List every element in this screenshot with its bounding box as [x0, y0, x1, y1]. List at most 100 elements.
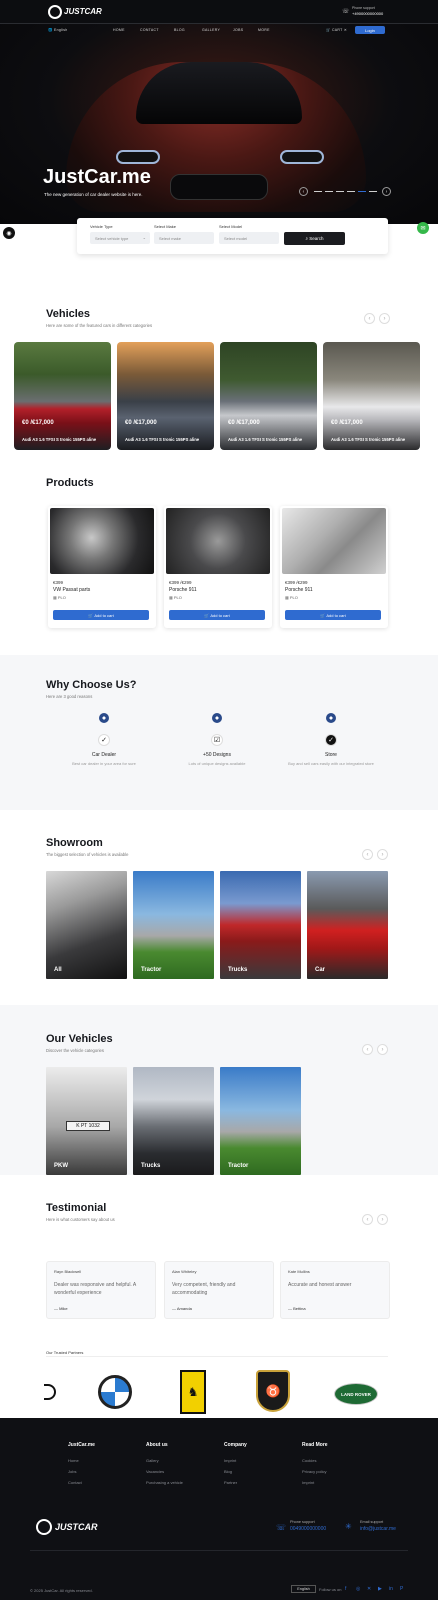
pinterest-icon[interactable]: P [400, 1586, 403, 1592]
phone-support-label: Phone support [352, 6, 375, 10]
add-to-cart-button[interactable]: 🛒 Add to cart [169, 610, 265, 620]
showroom-tile-label: All [54, 967, 62, 973]
why-item-text: Lots of unique designs available [188, 761, 246, 766]
testimonial-prev-button[interactable]: ‹ [362, 1214, 373, 1225]
vehicle-card[interactable]: €0 /€17,000 Audi A3 1.6 TFSI S tronic 15… [14, 342, 111, 450]
product-name: Porsche 911 [285, 587, 313, 593]
make-input[interactable]: Select make [154, 232, 214, 244]
product-card[interactable]: €399 VW Passat parts ▦ PLO 🛒 Add to cart [48, 506, 156, 628]
product-price: €399 [53, 580, 64, 585]
add-to-cart-button[interactable]: 🛒 Add to cart [285, 610, 381, 620]
language-selector[interactable]: 🌐 English [48, 28, 68, 32]
vehicle-category-tile[interactable]: Tractor [220, 1067, 301, 1175]
slider-dot[interactable] [358, 191, 366, 192]
add-to-cart-label: Add to cart [210, 612, 230, 618]
vehicle-card[interactable]: €0 /€17,000 Audi A3 1.6 TFSI S tronic 15… [323, 342, 420, 450]
our-vehicles-next-button[interactable]: › [377, 1044, 388, 1055]
footer-language-selector[interactable]: English [291, 1585, 316, 1593]
product-card[interactable]: €399 /€299 Porsche 911 ▦ PLO 🛒 Add to ca… [280, 506, 388, 628]
accessibility-icon[interactable]: ◉ [3, 227, 15, 239]
model-label: Select Model [219, 224, 243, 229]
brand-logo[interactable]: JUSTCAR [64, 7, 102, 16]
car-headlight-left [116, 150, 160, 164]
cart-link[interactable]: 🛒 CART ✕ [326, 28, 347, 32]
footer-link[interactable]: Vacancies [146, 1469, 164, 1474]
login-button[interactable]: Login [355, 26, 385, 34]
footer-link[interactable]: Cookies [302, 1458, 316, 1463]
product-name: VW Passat parts [53, 587, 91, 593]
nav-jobs[interactable]: JOBS [233, 28, 243, 32]
testimonial-card: Alan Whiteley Very competent, friendly a… [164, 1261, 274, 1319]
search-button[interactable]: ⌕ Search [284, 232, 345, 245]
linkedin-icon[interactable]: in [389, 1586, 393, 1592]
footer-logo-icon[interactable] [36, 1519, 52, 1535]
product-card[interactable]: €399 /€299 Porsche 911 ▦ PLO 🛒 Add to ca… [164, 506, 272, 628]
add-to-cart-button[interactable]: 🛒 Add to cart [53, 610, 149, 620]
chat-icon[interactable]: ✉ [417, 222, 429, 234]
testimonial-next-button[interactable]: › [377, 1214, 388, 1225]
slider-dot[interactable] [347, 191, 355, 192]
why-item-title: Car Dealer [91, 752, 117, 758]
hero-prev-button[interactable]: ‹ [299, 187, 308, 196]
facebook-icon[interactable]: f [345, 1586, 346, 1592]
footer-email[interactable]: info@justcar.me [360, 1526, 396, 1532]
vehicle-card[interactable]: €0 /€17,000 Audi A3 1.6 TFSI S tronic 15… [117, 342, 214, 450]
vehicle-card[interactable]: €0 /€17,000 Audi A3 1.6 TFSI S tronic 15… [220, 342, 317, 450]
partner-logo-partial [44, 1384, 56, 1400]
vehicle-category-tile[interactable]: K PT 1032 PKW [46, 1067, 127, 1175]
showroom-tile[interactable]: All [46, 871, 127, 979]
youtube-icon[interactable]: ▶ [378, 1586, 382, 1592]
footer-link[interactable]: Privacy policy [302, 1469, 326, 1474]
nav-contact[interactable]: CONTACT [140, 28, 159, 32]
footer-link[interactable]: Jobs [68, 1469, 76, 1474]
nav-gallery[interactable]: GALLERY [202, 28, 220, 32]
showroom-tile[interactable]: Car [307, 871, 388, 979]
slider-dot[interactable] [325, 191, 333, 192]
showroom-next-button[interactable]: › [377, 849, 388, 860]
testimonial-text: Very competent, friendly and accommodati… [172, 1282, 236, 1296]
twitter-icon[interactable]: ✕ [367, 1586, 371, 1592]
vehicle-type-value: Select vehicle type [95, 236, 129, 241]
partners-label: Our Trusted Partners [46, 1350, 84, 1355]
footer-link[interactable]: Contact [68, 1480, 82, 1485]
footer-phone-number[interactable]: 0049000000000 [290, 1526, 326, 1532]
footer-brand-logo[interactable]: JUSTCAR [55, 1522, 98, 1532]
nav-home[interactable]: HOME [113, 28, 125, 32]
footer-column-title: Read More [302, 1442, 328, 1448]
footer-link[interactable]: Home [68, 1458, 79, 1463]
footer-link[interactable]: Blog [224, 1469, 232, 1474]
phone-number[interactable]: +4900000000000 [352, 11, 383, 16]
model-input[interactable]: Select model [219, 232, 279, 244]
showroom-tile[interactable]: Trucks [220, 871, 301, 979]
our-vehicles-subtitle: Discover the vehicle categories [46, 1048, 104, 1053]
instagram-icon[interactable]: ◎ [356, 1586, 360, 1592]
hero-title: JustCar.me [43, 166, 151, 188]
hero-next-button[interactable]: › [382, 187, 391, 196]
footer-link[interactable]: Gallery [146, 1458, 159, 1463]
footer-link[interactable]: Imprint [302, 1480, 314, 1485]
product-code: ▦ PLO [53, 595, 66, 600]
logo-icon[interactable] [48, 5, 62, 19]
product-image [282, 508, 386, 574]
slider-dot[interactable] [336, 191, 344, 192]
footer-link[interactable]: Purchasing a vehicle [146, 1480, 183, 1485]
land-rover-logo: LAND ROVER [334, 1383, 378, 1405]
product-code-value: PLO [57, 595, 66, 600]
showroom-tile[interactable]: Tractor [133, 871, 214, 979]
vehicle-type-select[interactable]: Select vehicle type ⌄ [90, 232, 150, 244]
slider-dot[interactable] [369, 191, 377, 192]
vehicles-next-button[interactable]: › [379, 313, 390, 324]
product-price: €399 /€299 [169, 580, 192, 585]
showroom-prev-button[interactable]: ‹ [362, 849, 373, 860]
footer-link[interactable]: Imprint [224, 1458, 236, 1463]
nav-blog[interactable]: BLOG [174, 28, 185, 32]
our-vehicles-title: Our Vehicles [46, 1033, 113, 1045]
slider-dot[interactable] [314, 191, 322, 192]
testimonial-author: — Bettina [288, 1306, 306, 1311]
our-vehicles-prev-button[interactable]: ‹ [362, 1044, 373, 1055]
vehicle-category-tile[interactable]: Trucks [133, 1067, 214, 1175]
vehicles-prev-button[interactable]: ‹ [364, 313, 375, 324]
footer-link[interactable]: Partner [224, 1480, 237, 1485]
nav-more[interactable]: MORE [258, 28, 270, 32]
search-icon: ⌕ [305, 236, 308, 241]
